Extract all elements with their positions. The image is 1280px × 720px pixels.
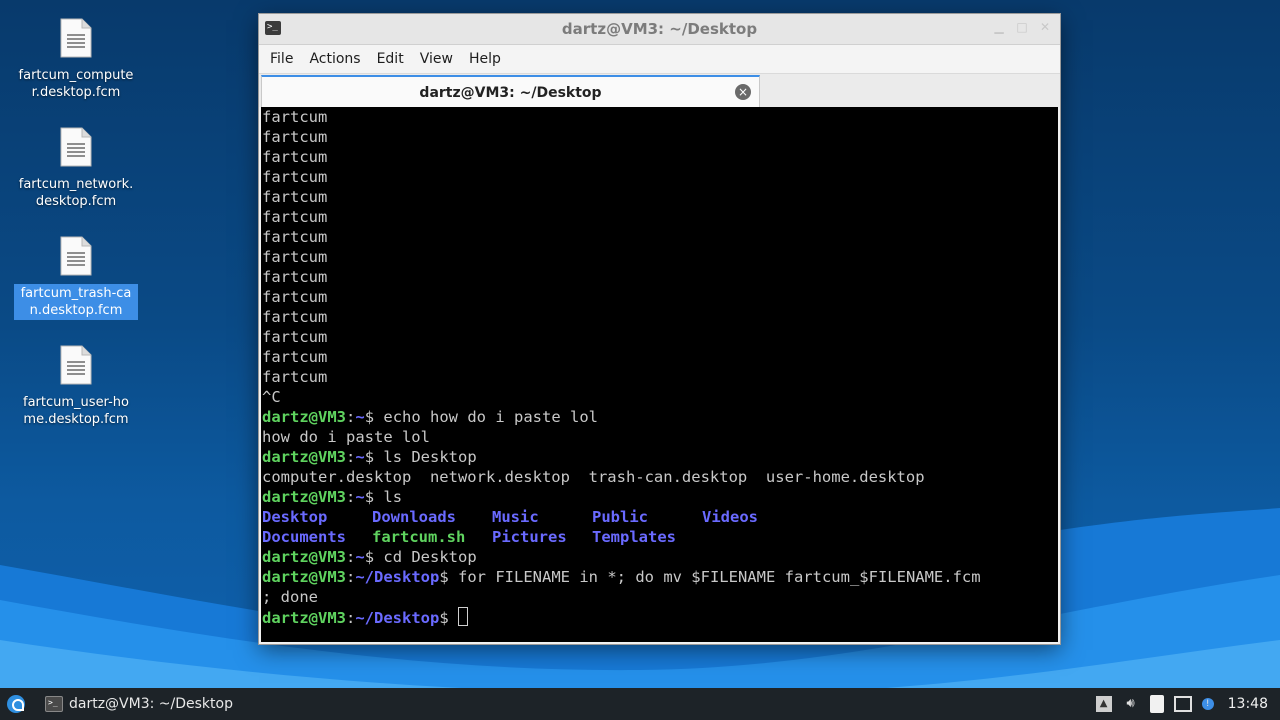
network-icon[interactable] — [1173, 696, 1192, 712]
output-line: fartcum — [262, 108, 328, 126]
terminal-icon — [45, 696, 63, 712]
terminal-output[interactable]: fartcum fartcum fartcum fartcum fartcum … — [261, 107, 1058, 642]
prompt-path: ~/Desktop — [355, 609, 440, 627]
ls-entry: Videos — [702, 508, 758, 526]
document-icon — [60, 345, 92, 385]
command-text: ls — [383, 488, 403, 506]
clipboard-icon[interactable] — [1149, 695, 1164, 713]
command-text: for FILENAME in *; do mv $FILENAME fartc… — [458, 568, 981, 586]
menu-actions[interactable]: Actions — [301, 47, 368, 71]
text-cursor — [458, 607, 469, 626]
output-line: fartcum — [262, 208, 328, 226]
ls-row: Desktop Downloads Music Public Videos — [261, 507, 1058, 527]
minimize-icon[interactable]: ▁ — [992, 20, 1006, 34]
desktop-icon-trash-can[interactable]: fartcum_trash-can.desktop.fcm — [14, 236, 138, 320]
prompt-line: dartz@VM3:~$ echo how do i paste lol — [262, 408, 598, 426]
output-line: computer.desktop network.desktop trash-c… — [262, 468, 925, 486]
prompt-user: dartz@VM3 — [262, 568, 346, 586]
prompt-path: ~/Desktop — [355, 568, 440, 586]
maximize-icon[interactable]: □ — [1015, 20, 1029, 34]
ls-entry: Pictures — [492, 528, 567, 546]
prompt-user: dartz@VM3 — [262, 448, 346, 466]
menu-view[interactable]: View — [412, 47, 461, 71]
output-line: fartcum — [262, 168, 328, 186]
terminal-window[interactable]: dartz@VM3: ~/Desktop ▁ □ ✕ File Actions … — [259, 14, 1060, 644]
prompt-user: dartz@VM3 — [262, 548, 346, 566]
terminal-icon — [265, 21, 281, 35]
menubar: File Actions Edit View Help — [259, 45, 1060, 73]
command-text: echo how do i paste lol — [383, 408, 598, 426]
tab-title: dartz@VM3: ~/Desktop — [419, 85, 602, 101]
prompt-user: dartz@VM3 — [262, 609, 346, 627]
prompt-line: dartz@VM3:~/Desktop$ — [261, 607, 1058, 627]
prompt-line: dartz@VM3:~$ ls Desktop — [262, 448, 477, 466]
prompt-path: ~ — [355, 548, 365, 566]
desktop-icon-label: fartcum_trash-can.desktop.fcm — [14, 284, 138, 320]
output-line: fartcum — [262, 368, 328, 386]
prompt-path: ~ — [355, 448, 365, 466]
start-menu-icon[interactable] — [7, 695, 25, 713]
close-icon[interactable]: ✕ — [1038, 20, 1052, 34]
ls-entry: Desktop — [262, 508, 328, 526]
output-line: fartcum — [262, 188, 328, 206]
desktop-icon-label: fartcum_network.desktop.fcm — [18, 177, 134, 209]
prompt-line: dartz@VM3:~/Desktop$ for FILENAME in *; … — [262, 568, 981, 586]
tab-terminal[interactable]: dartz@VM3: ~/Desktop × — [261, 75, 760, 109]
prompt-user: dartz@VM3 — [262, 488, 346, 506]
document-icon — [60, 127, 92, 167]
volume-icon[interactable]: 🔊︎ — [1122, 695, 1140, 713]
output-line: fartcum — [262, 268, 328, 286]
taskbar: dartz@VM3: ~/Desktop ▲ 🔊︎ ! 13:48 — [0, 688, 1280, 720]
window-title: dartz@VM3: ~/Desktop — [561, 20, 758, 38]
prompt-user: dartz@VM3 — [262, 408, 346, 426]
ls-entry: Downloads — [372, 508, 456, 526]
taskbar-item-label: dartz@VM3: ~/Desktop — [69, 696, 233, 712]
prompt-path: ~ — [355, 408, 365, 426]
output-line: fartcum — [262, 148, 328, 166]
command-text: ls Desktop — [383, 448, 477, 466]
system-tray: ▲ 🔊︎ ! 13:48 — [1095, 688, 1280, 720]
update-notifier-icon[interactable]: ! — [1201, 698, 1214, 710]
clock[interactable]: 13:48 — [1228, 696, 1268, 712]
output-line: fartcum — [262, 288, 328, 306]
desktop-icon-computer[interactable]: fartcum_computer.desktop.fcm — [14, 18, 138, 102]
menu-file[interactable]: File — [262, 47, 301, 71]
desktop-icon-user-home[interactable]: fartcum_user-home.desktop.fcm — [14, 345, 138, 429]
tab-bar: dartz@VM3: ~/Desktop × — [259, 73, 1060, 109]
desktop-icon-label: fartcum_user-home.desktop.fcm — [23, 395, 129, 427]
ls-entry: fartcum.sh — [372, 528, 466, 546]
prompt-path: ~ — [355, 488, 365, 506]
prompt-line: dartz@VM3:~$ cd Desktop — [262, 548, 477, 566]
desktop-icon-label: fartcum_computer.desktop.fcm — [18, 68, 134, 100]
output-line: ; done — [262, 588, 318, 606]
output-line: how do i paste lol — [262, 428, 430, 446]
ls-entry: Music — [492, 508, 539, 526]
menu-edit[interactable]: Edit — [369, 47, 412, 71]
output-line: fartcum — [262, 128, 328, 146]
document-icon — [60, 236, 92, 276]
window-titlebar[interactable]: dartz@VM3: ~/Desktop ▁ □ ✕ — [259, 14, 1060, 45]
taskbar-item-terminal[interactable]: dartz@VM3: ~/Desktop — [41, 690, 237, 718]
menu-help[interactable]: Help — [461, 47, 509, 71]
output-line: fartcum — [262, 248, 328, 266]
output-line: fartcum — [262, 328, 328, 346]
ls-entry: Templates — [592, 528, 676, 546]
command-text: cd Desktop — [383, 548, 477, 566]
prompt-line: dartz@VM3:~$ ls — [262, 488, 403, 506]
ls-entry: Public — [592, 508, 648, 526]
output-line: fartcum — [262, 228, 328, 246]
tray-up-arrow-icon[interactable]: ▲ — [1095, 696, 1112, 712]
document-icon — [60, 18, 92, 58]
ls-entry: Documents — [262, 528, 346, 546]
output-line: fartcum — [262, 308, 328, 326]
tab-close-icon[interactable]: × — [735, 84, 751, 100]
ls-row: Documents fartcum.sh Pictures Templates — [261, 527, 1058, 547]
output-line: ^C — [262, 388, 281, 406]
desktop-icon-network[interactable]: fartcum_network.desktop.fcm — [14, 127, 138, 211]
output-line: fartcum — [262, 348, 328, 366]
